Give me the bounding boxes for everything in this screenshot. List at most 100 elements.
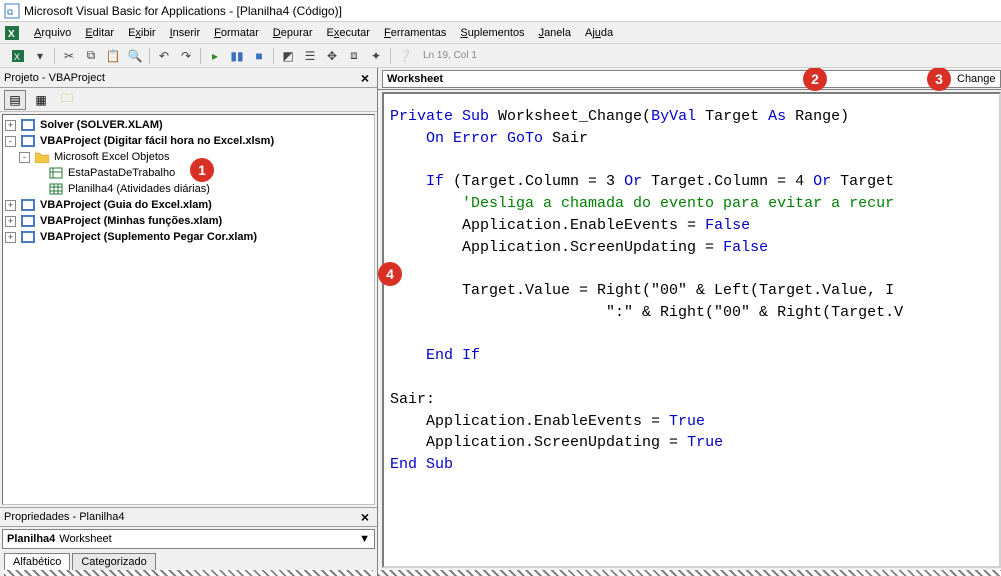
tree-expander-icon[interactable]: + [5, 216, 16, 227]
tree-expander-icon[interactable]: + [5, 232, 16, 243]
tree-node[interactable]: - Microsoft Excel Objetos [5, 149, 372, 165]
line-col-status: Ln 19, Col 1 [417, 50, 477, 61]
code-line: If (Target.Column = 3 Or Target.Column =… [390, 171, 993, 193]
callout-badge-1: 1 [190, 158, 214, 182]
tab-categorizado[interactable]: Categorizado [72, 553, 155, 570]
tree-label: Microsoft Excel Objetos [54, 151, 170, 163]
menu-inserir[interactable]: Inserir [164, 25, 207, 41]
object-dropdown-value: Worksheet [387, 73, 443, 85]
break-icon[interactable]: ▮▮ [227, 46, 247, 66]
object-browser-icon[interactable]: ⧈ [344, 46, 364, 66]
vba-project-icon [20, 214, 36, 228]
toolbar: X ▾ ✂ ⧉ 📋 🔍 ↶ ↷ ▸ ▮▮ ■ ◩ ☰ ✥ ⧈ ✦ ❔ Ln 19… [0, 44, 1001, 68]
app-title: Microsoft Visual Basic for Applications … [24, 4, 342, 18]
vba-project-icon [20, 198, 36, 212]
menu-editar[interactable]: Editar [79, 25, 120, 41]
project-explorer-icon[interactable]: ☰ [300, 46, 320, 66]
redo-icon[interactable]: ↷ [176, 46, 196, 66]
callout-badge-3: 3 [927, 68, 951, 91]
properties-object-type: Worksheet [59, 533, 111, 545]
tree-label: Planilha4 (Atividades diárias) [68, 183, 210, 195]
tree-node[interactable]: -VBAProject (Digitar fácil hora no Excel… [5, 133, 372, 149]
code-line: End If [390, 345, 993, 367]
tree-label: VBAProject (Guia do Excel.xlam) [40, 199, 212, 211]
chevron-down-icon: ▼ [359, 533, 370, 545]
properties-object-selector[interactable]: Planilha4 Worksheet ▼ [2, 529, 375, 549]
tree-expander-icon[interactable]: + [5, 120, 16, 131]
tree-node[interactable]: EstaPastaDeTrabalho [5, 165, 372, 181]
paste-icon[interactable]: 📋 [103, 46, 123, 66]
tool-dropdown-icon[interactable]: ▾ [30, 46, 50, 66]
menu-arquivo[interactable]: Arquivo [28, 25, 77, 41]
code-line: Application.EnableEvents = False [390, 215, 993, 237]
cut-icon[interactable]: ✂ [59, 46, 79, 66]
code-line: Application.EnableEvents = True [390, 411, 993, 433]
menu-formatar[interactable]: Formatar [208, 25, 265, 41]
vba-project-icon [20, 230, 36, 244]
project-explorer-toolbar: ▤ ▦ 🗀 [0, 88, 377, 112]
tab-alfabetico[interactable]: Alfabético [4, 553, 70, 570]
code-line [390, 150, 993, 172]
procedure-dropdown[interactable]: Change [953, 70, 1001, 88]
code-editor[interactable]: Private Sub Worksheet_Change(ByVal Targe… [382, 92, 1001, 568]
code-line [390, 367, 993, 389]
code-pane: Worksheet Change 2 3 Private Sub Workshe… [378, 68, 1001, 576]
close-icon[interactable]: × [357, 509, 373, 525]
project-tree[interactable]: +Solver (SOLVER.XLAM)-VBAProject (Digita… [2, 114, 375, 505]
code-line: 'Desliga a chamada do evento para evitar… [390, 193, 993, 215]
workbook-icon [48, 166, 64, 180]
menu-suplementos[interactable]: Suplementos [454, 25, 530, 41]
left-pane: Projeto - VBAProject × ▤ ▦ 🗀 +Solver (SO… [0, 68, 378, 576]
tree-label: VBAProject (Suplemento Pegar Cor.xlam) [40, 231, 257, 243]
tree-node[interactable]: + VBAProject (Minhas funções.xlam) [5, 213, 372, 229]
menu-executar[interactable]: Executar [321, 25, 376, 41]
close-icon[interactable]: × [357, 70, 373, 86]
tree-node[interactable]: + VBAProject (Suplemento Pegar Cor.xlam) [5, 229, 372, 245]
menu-janela[interactable]: Janela [533, 25, 577, 41]
object-dropdown[interactable]: Worksheet [382, 70, 463, 88]
vba-project-icon [20, 134, 36, 148]
resize-hatch [4, 570, 373, 576]
design-mode-icon[interactable]: ◩ [278, 46, 298, 66]
code-line: Target.Value = Right("00" & Left(Target.… [390, 280, 993, 302]
procedure-dropdown-value: Change [957, 73, 996, 85]
code-line [390, 258, 993, 280]
worksheet-icon [48, 182, 64, 196]
toggle-folders-icon[interactable]: 🗀 [56, 90, 78, 110]
tree-expander-icon[interactable]: - [5, 136, 16, 147]
help-icon[interactable]: ❔ [395, 46, 415, 66]
menu-ferramentas[interactable]: Ferramentas [378, 25, 452, 41]
tree-expander-icon[interactable]: - [19, 152, 30, 163]
properties-tabs: Alfabético Categorizado [0, 551, 377, 570]
tree-node[interactable]: + VBAProject (Guia do Excel.xlam) [5, 197, 372, 213]
find-icon[interactable]: 🔍 [125, 46, 145, 66]
code-line: Application.ScreenUpdating = False [390, 237, 993, 259]
code-line: Private Sub Worksheet_Change(ByVal Targe… [390, 106, 993, 128]
properties-header: Propriedades - Planilha4 × [0, 507, 377, 527]
reset-icon[interactable]: ■ [249, 46, 269, 66]
view-object-icon[interactable]: ▦ [30, 90, 52, 110]
tree-node[interactable]: Planilha4 (Atividades diárias) [5, 181, 372, 197]
view-code-icon[interactable]: ▤ [4, 90, 26, 110]
project-explorer-title: Projeto - VBAProject [4, 72, 105, 84]
view-excel-icon[interactable]: X [8, 46, 28, 66]
tree-label: VBAProject (Minhas funções.xlam) [40, 215, 222, 227]
menu-depurar[interactable]: Depurar [267, 25, 319, 41]
properties-icon[interactable]: ✥ [322, 46, 342, 66]
tree-label: EstaPastaDeTrabalho [68, 167, 175, 179]
code-line: On Error GoTo Sair [390, 128, 993, 150]
vba-project-icon [20, 118, 36, 132]
app-icon: ⧉ [4, 3, 20, 19]
undo-icon[interactable]: ↶ [154, 46, 174, 66]
menu-ajuda[interactable]: Ajuda [579, 25, 619, 41]
folder-icon [34, 150, 50, 164]
tree-expander-icon[interactable]: + [5, 200, 16, 211]
copy-icon[interactable]: ⧉ [81, 46, 101, 66]
menu-exibir[interactable]: Exibir [122, 25, 162, 41]
project-explorer-header: Projeto - VBAProject × [0, 68, 377, 88]
tree-node[interactable]: +Solver (SOLVER.XLAM) [5, 117, 372, 133]
svg-text:X: X [8, 29, 15, 40]
toolbox-icon[interactable]: ✦ [366, 46, 386, 66]
run-icon[interactable]: ▸ [205, 46, 225, 66]
code-dropdown-row: Worksheet Change 2 3 [378, 68, 1001, 90]
